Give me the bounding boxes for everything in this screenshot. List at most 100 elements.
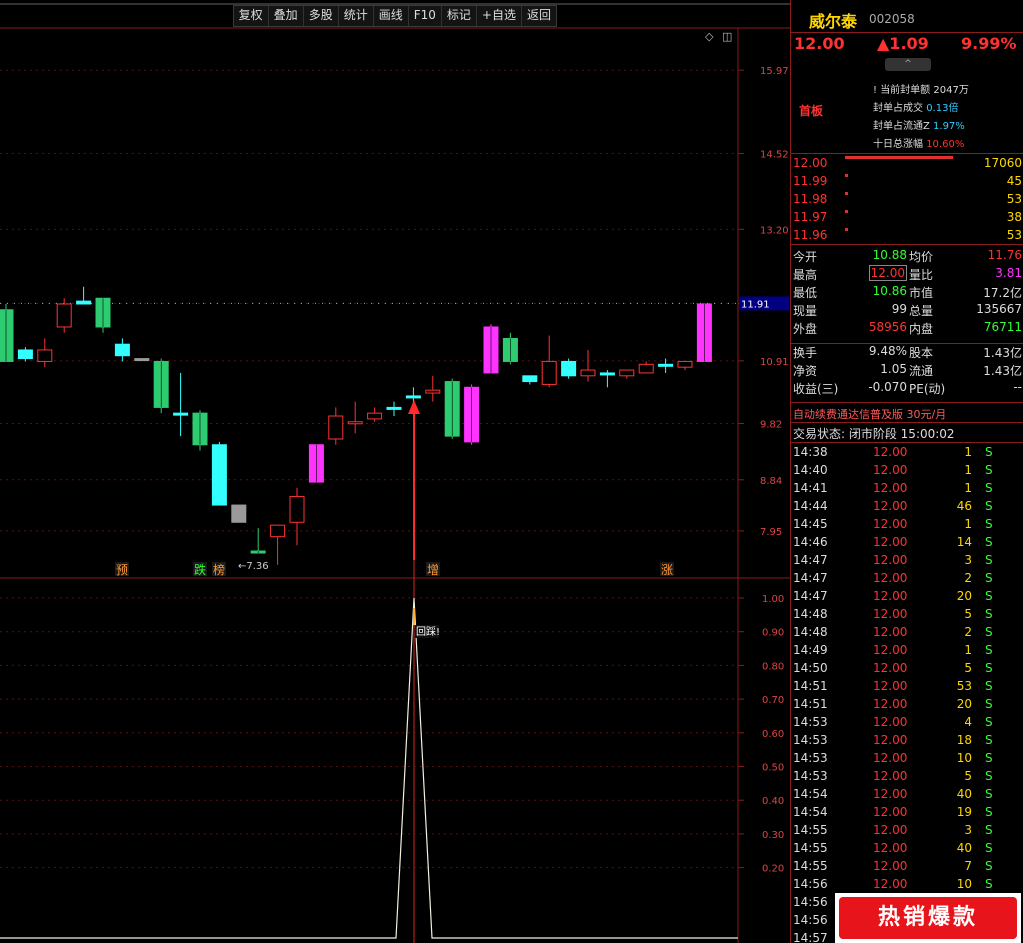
quote-row: 最低 10.86 市值 17.2亿	[791, 283, 1023, 301]
candle[interactable]	[444, 378, 460, 439]
candle[interactable]	[561, 358, 577, 379]
candle[interactable]	[599, 370, 615, 388]
tick-row[interactable]: 14:53 12.00 10 S	[791, 750, 1023, 768]
promo-link[interactable]: 自动续费通达信普及版 30元/月	[791, 404, 1023, 422]
tick-row[interactable]: 14:56 12.00 10 S	[791, 876, 1023, 894]
toolbar-button-0[interactable]: 复权	[234, 6, 268, 26]
toolbar-button-4[interactable]: 画线	[372, 6, 408, 26]
candle[interactable]	[502, 332, 518, 365]
toolbar-button-1[interactable]: 叠加	[267, 6, 303, 26]
tick-row[interactable]: 14:54 12.00 40 S	[791, 786, 1023, 804]
candle[interactable]	[250, 528, 266, 554]
quote-key: 收益(三)	[793, 382, 839, 396]
candle[interactable]	[153, 358, 169, 414]
toolbar-button-8[interactable]: 返回	[520, 6, 556, 26]
tick-row[interactable]: 14:55 12.00 40 S	[791, 840, 1023, 858]
tick-row[interactable]: 14:38 12.00 1 S	[791, 444, 1023, 462]
tick-row[interactable]: 14:47 12.00 2 S	[791, 570, 1023, 588]
candle-body	[386, 406, 402, 410]
candle[interactable]	[580, 349, 596, 382]
candle[interactable]	[211, 441, 227, 506]
candle[interactable]	[17, 347, 33, 362]
promo-badge-text[interactable]: 热销爆款	[839, 897, 1017, 939]
indicator-label: 回踩!	[416, 626, 440, 638]
candle[interactable]	[522, 375, 538, 385]
tick-time: 14:50	[793, 661, 828, 675]
candle[interactable]	[638, 361, 654, 374]
candle[interactable]	[425, 375, 441, 402]
quote-row: 净资 1.05 流通 1.43亿	[791, 361, 1023, 379]
candle[interactable]	[328, 407, 344, 445]
tick-volume: 1	[964, 517, 972, 531]
tick-row[interactable]: 14:48 12.00 5 S	[791, 606, 1023, 624]
tick-row[interactable]: 14:55 12.00 3 S	[791, 822, 1023, 840]
candle[interactable]	[192, 410, 208, 451]
tick-row[interactable]: 14:50 12.00 5 S	[791, 660, 1023, 678]
candle[interactable]	[308, 444, 324, 483]
candle[interactable]	[95, 297, 111, 333]
candle[interactable]	[37, 338, 53, 368]
kline-svg[interactable]: 15.97 14.52 13.20 10.91 9.82 8.84 7.95 11.91 ◇ ◫ ←…	[0, 0, 790, 943]
tick-list[interactable]: 14:38 12.00 1 S 14:40 12.00 1 S 14:41 12.00 1 S 14:4…	[791, 444, 1023, 943]
order-book-row[interactable]: 11.96 53	[791, 226, 1023, 244]
candle[interactable]	[347, 401, 363, 434]
tick-row[interactable]: 14:51 12.00 53 S	[791, 678, 1023, 696]
candle[interactable]	[619, 369, 635, 379]
candle[interactable]	[270, 524, 286, 565]
tick-row[interactable]: 14:48 12.00 2 S	[791, 624, 1023, 642]
tick-row[interactable]: 14:44 12.00 46 S	[791, 498, 1023, 516]
candle[interactable]	[56, 298, 72, 333]
candle[interactable]	[76, 286, 92, 305]
quote-key: 总量	[909, 304, 934, 318]
tick-row[interactable]: 14:49 12.00 1 S	[791, 642, 1023, 660]
tick-row[interactable]: 14:53 12.00 5 S	[791, 768, 1023, 786]
tick-row[interactable]: 14:54 12.00 19 S	[791, 804, 1023, 822]
diamond-icon[interactable]: ◇	[705, 30, 714, 43]
tick-time: 14:57	[793, 931, 828, 943]
divider	[791, 442, 1023, 443]
tick-row[interactable]: 14:41 12.00 1 S	[791, 480, 1023, 498]
tick-row[interactable]: 14:47 12.00 20 S	[791, 588, 1023, 606]
candle[interactable]	[677, 360, 693, 371]
tick-row[interactable]: 14:45 12.00 1 S	[791, 516, 1023, 534]
order-book-row[interactable]: 11.98 53	[791, 190, 1023, 208]
candle[interactable]	[464, 384, 480, 445]
price-axis-label: 15.97	[760, 66, 789, 77]
promo-badge[interactable]: 热销爆款	[835, 893, 1021, 943]
tick-row[interactable]: 14:53 12.00 18 S	[791, 732, 1023, 750]
candle[interactable]	[367, 407, 383, 422]
tick-side: S	[985, 805, 993, 819]
candle[interactable]	[289, 487, 305, 546]
toolbar-button-5[interactable]: F10	[407, 6, 441, 26]
order-book-row[interactable]: 11.97 38	[791, 208, 1023, 226]
collapse-toggle-icon[interactable]: ^	[885, 58, 931, 71]
candle[interactable]	[541, 335, 557, 388]
candle[interactable]	[134, 358, 150, 362]
candle[interactable]	[0, 304, 14, 362]
candle[interactable]	[696, 303, 712, 362]
promo-text[interactable]: 自动续费通达信普及版 30元/月	[793, 406, 946, 422]
tick-row[interactable]: 14:46 12.00 14 S	[791, 534, 1023, 552]
tick-row[interactable]: 14:55 12.00 7 S	[791, 858, 1023, 876]
tick-row[interactable]: 14:40 12.00 1 S	[791, 462, 1023, 480]
candle[interactable]	[483, 324, 499, 374]
quote-key: 最低	[793, 286, 818, 300]
kline-chart-area[interactable]: 15.97 14.52 13.20 10.91 9.82 8.84 7.95 11.91 ◇ ◫ ←…	[0, 0, 790, 943]
tick-row[interactable]: 14:53 12.00 4 S	[791, 714, 1023, 732]
candle[interactable]	[386, 401, 402, 417]
order-book-row[interactable]: 11.99 45	[791, 172, 1023, 190]
toolbar-button-3[interactable]: 统计	[337, 6, 373, 26]
candle[interactable]	[173, 372, 189, 437]
tick-row[interactable]: 14:47 12.00 3 S	[791, 552, 1023, 570]
toolbar-button-2[interactable]: 多股	[302, 6, 338, 26]
tick-time: 14:54	[793, 787, 828, 801]
tick-time: 14:47	[793, 589, 828, 603]
tick-row[interactable]: 14:51 12.00 20 S	[791, 696, 1023, 714]
window-icon[interactable]: ◫	[722, 30, 732, 43]
candle[interactable]	[231, 504, 247, 523]
tick-volume: 2	[964, 625, 972, 639]
candle[interactable]	[114, 338, 130, 362]
toolbar-button-6[interactable]: 标记	[440, 6, 476, 26]
toolbar-button-7[interactable]: +自选	[475, 6, 521, 26]
order-book-row[interactable]: 12.00 17060	[791, 154, 1023, 172]
